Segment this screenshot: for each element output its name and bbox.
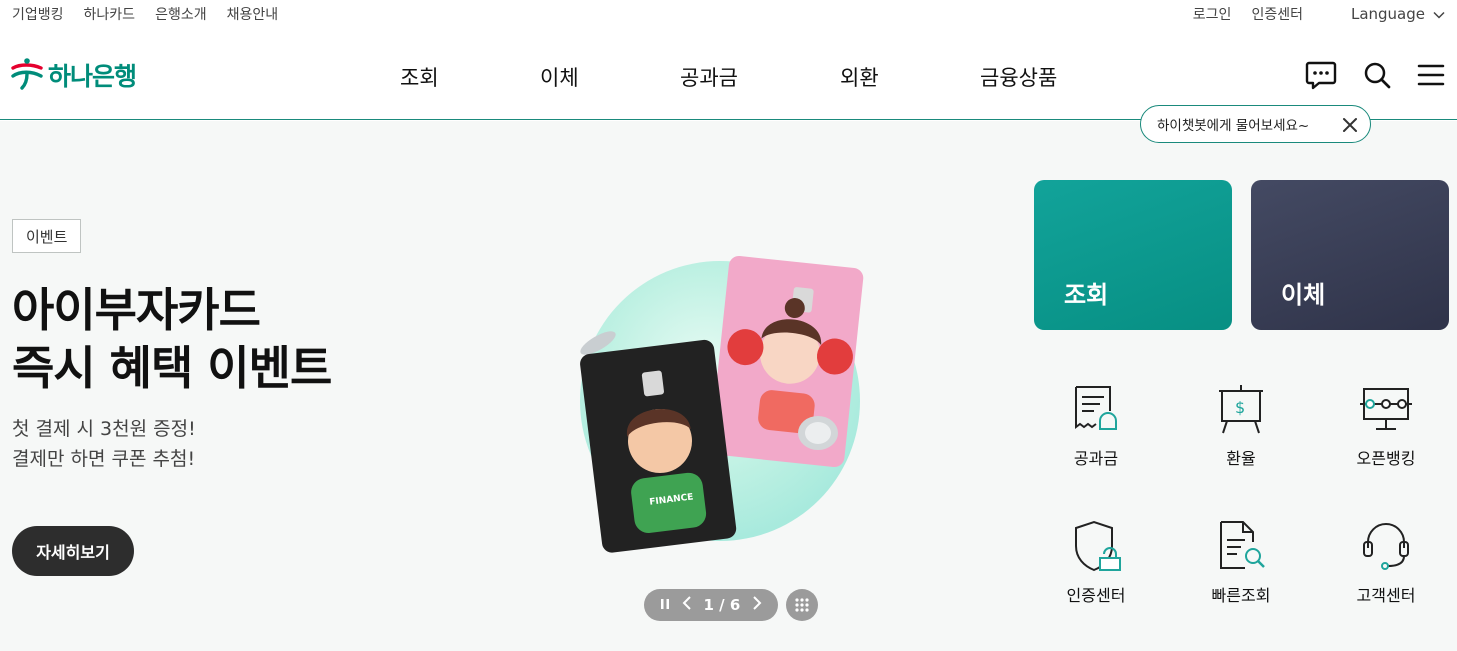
link-recruit[interactable]: 채용안내 [227,4,279,24]
utility-bar: 기업뱅킹 하나카드 은행소개 채용안내 로그인 인증센터 Language [0,0,1457,30]
language-selector[interactable]: Language [1351,5,1445,23]
next-slide-icon[interactable] [752,595,762,615]
prev-slide-icon[interactable] [682,595,692,615]
quick-tile-transfer-label: 이체 [1281,281,1326,309]
quick-menu-customer-center[interactable]: 고객센터 [1326,516,1446,606]
bill-icon [1036,379,1156,435]
card-illustration: FINANCE [560,241,880,571]
quick-menu-open-banking[interactable]: 오픈뱅킹 [1326,379,1446,469]
quick-menu-label: 빠른조회 [1211,586,1271,605]
quick-menu-label: 고객센터 [1356,586,1416,605]
login-link[interactable]: 로그인 [1193,4,1232,24]
hero-description: 첫 결제 시 3천원 증정! 결제만 하면 쿠폰 추첨! [12,414,196,474]
slide-pager: 1 / 6 [644,589,778,621]
quick-menu-cert-center[interactable]: 인증센터 [1036,516,1156,606]
quick-menu-exchange-rate[interactable]: $ 환율 [1181,379,1301,469]
quick-menu-label: 오픈뱅킹 [1356,449,1416,468]
logo[interactable]: 하나은행 [10,56,137,94]
shield-lock-icon [1036,516,1156,572]
link-bank-intro[interactable]: 은행소개 [155,4,207,24]
quick-menu-label: 인증센터 [1066,586,1126,605]
nav-financial-products[interactable]: 금융상품 [980,62,1100,92]
hero-title-line1: 아이부자카드 [12,283,261,337]
pause-icon[interactable] [660,596,670,614]
headset-icon [1326,516,1446,572]
link-hana-card[interactable]: 하나카드 [84,4,136,24]
hero-title: 아이부자카드 즉시 혜택 이벤트 [12,281,332,397]
header-icons [1305,60,1445,94]
nav-utility-bills[interactable]: 공과금 [680,62,840,92]
hero-title-line2: 즉시 혜택 이벤트 [12,341,332,395]
quick-menu-utility-bills[interactable]: 공과금 [1036,379,1156,469]
quick-menu-label: 환율 [1226,449,1256,468]
nav-inquiry[interactable]: 조회 [400,62,540,92]
quick-tile-inquiry[interactable]: 조회 [1034,180,1232,330]
utility-left-links: 기업뱅킹 하나카드 은행소개 채용안내 [12,4,278,24]
close-icon[interactable] [1342,112,1358,138]
grid-view-icon[interactable] [786,589,818,621]
quick-menu-quick-inquiry[interactable]: 빠른조회 [1181,516,1301,606]
details-button[interactable]: 자세히보기 [12,526,134,576]
exchange-board-icon: $ [1181,379,1301,435]
utility-right-links: 로그인 인증센터 Language [1193,4,1445,24]
slide-counter: 1 / 6 [703,596,741,614]
nav-foreign-exchange[interactable]: 외환 [840,62,980,92]
logo-text: 하나은행 [48,62,137,91]
document-search-icon [1181,516,1301,572]
open-banking-icon [1326,379,1446,435]
hero-desc-line1: 첫 결제 시 3천원 증정! [12,418,196,440]
chevron-down-icon [1433,5,1445,23]
chatbot-tooltip[interactable]: 하이챗봇에게 물어보세요~ [1140,105,1371,143]
cert-center-link[interactable]: 인증센터 [1251,4,1303,24]
search-icon[interactable] [1363,61,1391,93]
quick-tile-inquiry-label: 조회 [1064,281,1109,309]
quick-menu-label: 공과금 [1073,449,1119,468]
link-corporate-banking[interactable]: 기업뱅킹 [12,4,64,24]
hero-desc-line2: 결제만 하면 쿠폰 추첨! [12,448,196,470]
nav-transfer[interactable]: 이체 [540,62,680,92]
event-badge: 이벤트 [12,219,82,253]
hana-logo-icon [10,56,44,94]
quick-tile-transfer[interactable]: 이체 [1251,180,1449,330]
chatbot-tooltip-text: 하이챗봇에게 물어보세요~ [1157,118,1310,134]
language-label: Language [1350,5,1425,23]
hero-banner: 이벤트 아이부자카드 즉시 혜택 이벤트 첫 결제 시 3천원 증정! 결제만 … [0,121,1457,651]
svg-text:$: $ [1235,398,1245,417]
chatbot-icon[interactable] [1305,60,1337,94]
global-nav: 조회 이체 공과금 외환 금융상품 [400,62,1100,92]
menu-icon[interactable] [1417,63,1445,91]
